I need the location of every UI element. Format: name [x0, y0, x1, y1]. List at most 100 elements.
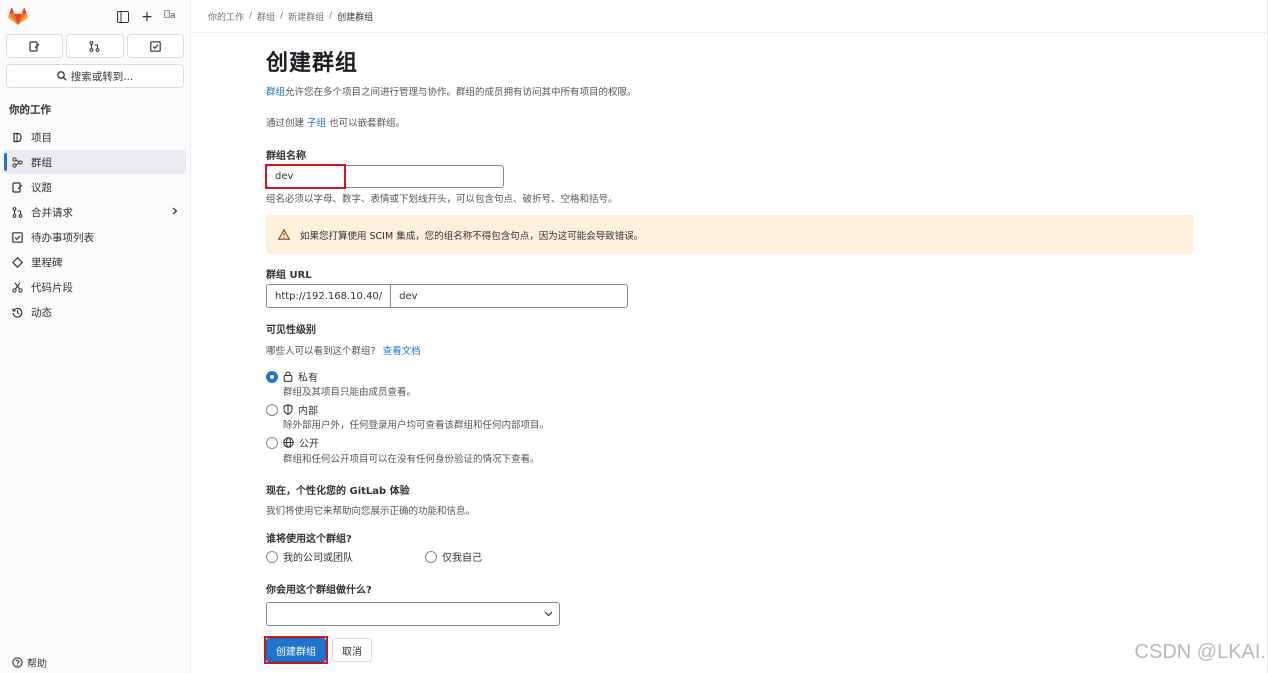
sidebar-item-merge-requests[interactable]: 合并请求 — [4, 200, 186, 224]
group-path-input[interactable]: dev — [390, 284, 629, 308]
visibility-option-desc: 群组及其项目只能由成员查看。 — [283, 387, 417, 398]
sidebar-item-label: 代码片段 — [31, 281, 73, 294]
search-label: 搜索或转到... — [70, 70, 134, 83]
sidebar-nav: 项目 群组 议题 合并请求 待办事项列表 里程碑 代码片段 动态 — [0, 125, 190, 324]
subgroup-description: 通过创建 子组 也可以嵌套群组。 — [266, 115, 1196, 129]
merge-requests-shortcut-button[interactable] — [66, 34, 124, 58]
group-url-field: http://192.168.10.40/ dev — [266, 284, 629, 308]
personalize-description: 我们将使用它来帮助向您展示正确的功能和信息。 — [266, 506, 476, 517]
form-actions: 创建群组 取消 — [264, 636, 372, 664]
group-url-label: 群组 URL — [266, 270, 312, 281]
groups-help-link[interactable]: 群组 — [266, 87, 285, 98]
visibility-option-label: 内部 — [298, 406, 318, 417]
group-name-hint: 组名必须以字母、数字、表情或下划线开头，可以包含句点、破折号、空格和括号。 — [266, 194, 618, 205]
personalize-title: 现在，个性化您的 GitLab 体验 — [266, 486, 410, 497]
subgroup-link[interactable]: 子组 — [307, 118, 326, 129]
radio-public[interactable] — [266, 436, 278, 449]
who-option-company[interactable]: 我的公司或团队 — [266, 549, 353, 564]
plus-icon[interactable]: + — [140, 9, 154, 25]
sidebar-header: + a — [0, 0, 190, 34]
sidebar-item-activity[interactable]: 动态 — [4, 300, 186, 324]
visibility-option-desc: 群组和任何公开项目可以在没有任何身份验证的情况下查看。 — [283, 454, 540, 465]
sidebar-item-todos[interactable]: 待办事项列表 — [4, 225, 186, 249]
avatar[interactable]: a — [164, 10, 182, 24]
what-use-select[interactable] — [266, 602, 560, 626]
what-use-label: 你会用这个群组做什么? — [266, 585, 372, 596]
shield-icon — [283, 404, 293, 415]
subgroup-text-pre: 通过创建 — [266, 118, 308, 129]
todo-icon — [150, 40, 161, 52]
sidebar-item-label: 里程碑 — [31, 256, 63, 269]
sidebar-item-milestones[interactable]: 里程碑 — [4, 250, 186, 274]
project-icon — [13, 132, 22, 142]
who-will-use-options: 我的公司或团队 仅我自己 — [266, 549, 482, 564]
lock-icon — [283, 371, 293, 382]
breadcrumb-item[interactable]: 你的工作 — [208, 10, 244, 23]
sidebar-item-label: 议题 — [31, 181, 52, 194]
radio-company[interactable] — [266, 550, 278, 563]
create-button-wrap: 创建群组 — [264, 636, 328, 664]
warning-icon — [278, 229, 290, 240]
avatar-alt-text: a — [170, 11, 176, 21]
highlight-box — [265, 164, 346, 189]
visibility-option-internal[interactable]: 内部 — [266, 402, 318, 417]
issues-shortcut-button[interactable] — [6, 34, 64, 58]
radio-internal[interactable] — [266, 403, 278, 416]
question-circle-icon — [12, 657, 23, 668]
subgroup-text-post: 也可以嵌套群组。 — [326, 118, 406, 129]
group-name-label: 群组名称 — [266, 151, 306, 162]
issues-icon — [29, 40, 40, 52]
merge-request-icon — [90, 40, 100, 52]
sidebar-section-title: 你的工作 — [9, 104, 51, 116]
radio-just-me[interactable] — [425, 550, 437, 563]
visibility-question-text: 哪些人可以看到这个群组? — [266, 346, 376, 357]
search-button[interactable]: 搜索或转到... — [6, 64, 184, 88]
history-icon — [12, 307, 23, 318]
breadcrumb-item[interactable]: 新建群组 — [288, 10, 324, 23]
sidebar-item-groups[interactable]: 群组 — [4, 150, 186, 174]
breadcrumb-separator: / — [329, 11, 333, 21]
milestone-icon — [12, 256, 23, 268]
main-content: 你的工作 / 群组 / 新建群组 / 创建群组 创建群组 群组允许您在多个项目之… — [191, 0, 1268, 673]
highlight-box — [264, 636, 328, 664]
sidebar-item-label: 群组 — [31, 156, 52, 169]
sidebar-item-label: 动态 — [31, 306, 52, 319]
who-option-label: 我的公司或团队 — [283, 553, 353, 564]
sidebar-item-label: 合并请求 — [31, 206, 73, 219]
todos-shortcut-button[interactable] — [126, 34, 184, 58]
scim-warning-alert: 如果您打算使用 SCIM 集成，您的组名称不得包含句点，因为这可能会导致错误。 — [266, 215, 1194, 254]
page-description: 群组允许您在多个项目之间进行管理与协作。群组的成员拥有访问其中所有项目的权限。 — [266, 84, 1196, 98]
help-label: 帮助 — [27, 659, 47, 670]
who-will-use-label: 谁将使用这个群组? — [266, 534, 352, 545]
visibility-option-label: 公开 — [299, 439, 319, 450]
chevron-right-icon — [172, 206, 178, 218]
snippet-icon — [12, 281, 23, 293]
visibility-question: 哪些人可以看到这个群组? 查看文档 — [266, 343, 421, 357]
breadcrumb-item[interactable]: 群组 — [257, 10, 275, 23]
sidebar-item-label: 待办事项列表 — [31, 231, 94, 244]
visibility-option-label: 私有 — [298, 373, 318, 384]
breadcrumb-current: 创建群组 — [337, 12, 374, 23]
sidebar-item-label: 项目 — [31, 131, 52, 144]
breadcrumb-separator: / — [249, 11, 253, 21]
issues-icon — [12, 181, 23, 193]
visibility-option-public[interactable]: 公开 — [266, 435, 319, 450]
sidebar-item-snippets[interactable]: 代码片段 — [4, 275, 186, 299]
visibility-option-private[interactable]: 私有 — [266, 369, 318, 384]
breadcrumb: 你的工作 / 群组 / 新建群组 / 创建群组 — [191, 0, 1268, 33]
description-text: 允许您在多个项目之间进行管理与协作。群组的成员拥有访问其中所有项目的权限。 — [285, 87, 637, 98]
sidebar-item-issues[interactable]: 议题 — [4, 175, 186, 199]
breadcrumb-separator: / — [280, 11, 284, 21]
collapse-sidebar-icon[interactable] — [116, 10, 130, 24]
cancel-button[interactable]: 取消 — [332, 638, 372, 662]
visibility-doc-link[interactable]: 查看文档 — [383, 346, 421, 357]
who-option-label: 仅我自己 — [442, 553, 482, 564]
radio-private[interactable] — [266, 370, 278, 383]
who-option-just-me[interactable]: 仅我自己 — [425, 549, 482, 564]
todo-icon — [12, 231, 23, 243]
group-url-prefix: http://192.168.10.40/ — [266, 284, 391, 308]
group-icon — [12, 156, 23, 168]
sidebar-item-projects[interactable]: 项目 — [4, 125, 186, 149]
help-button[interactable]: 帮助 — [12, 655, 47, 670]
gitlab-logo[interactable] — [8, 8, 28, 26]
